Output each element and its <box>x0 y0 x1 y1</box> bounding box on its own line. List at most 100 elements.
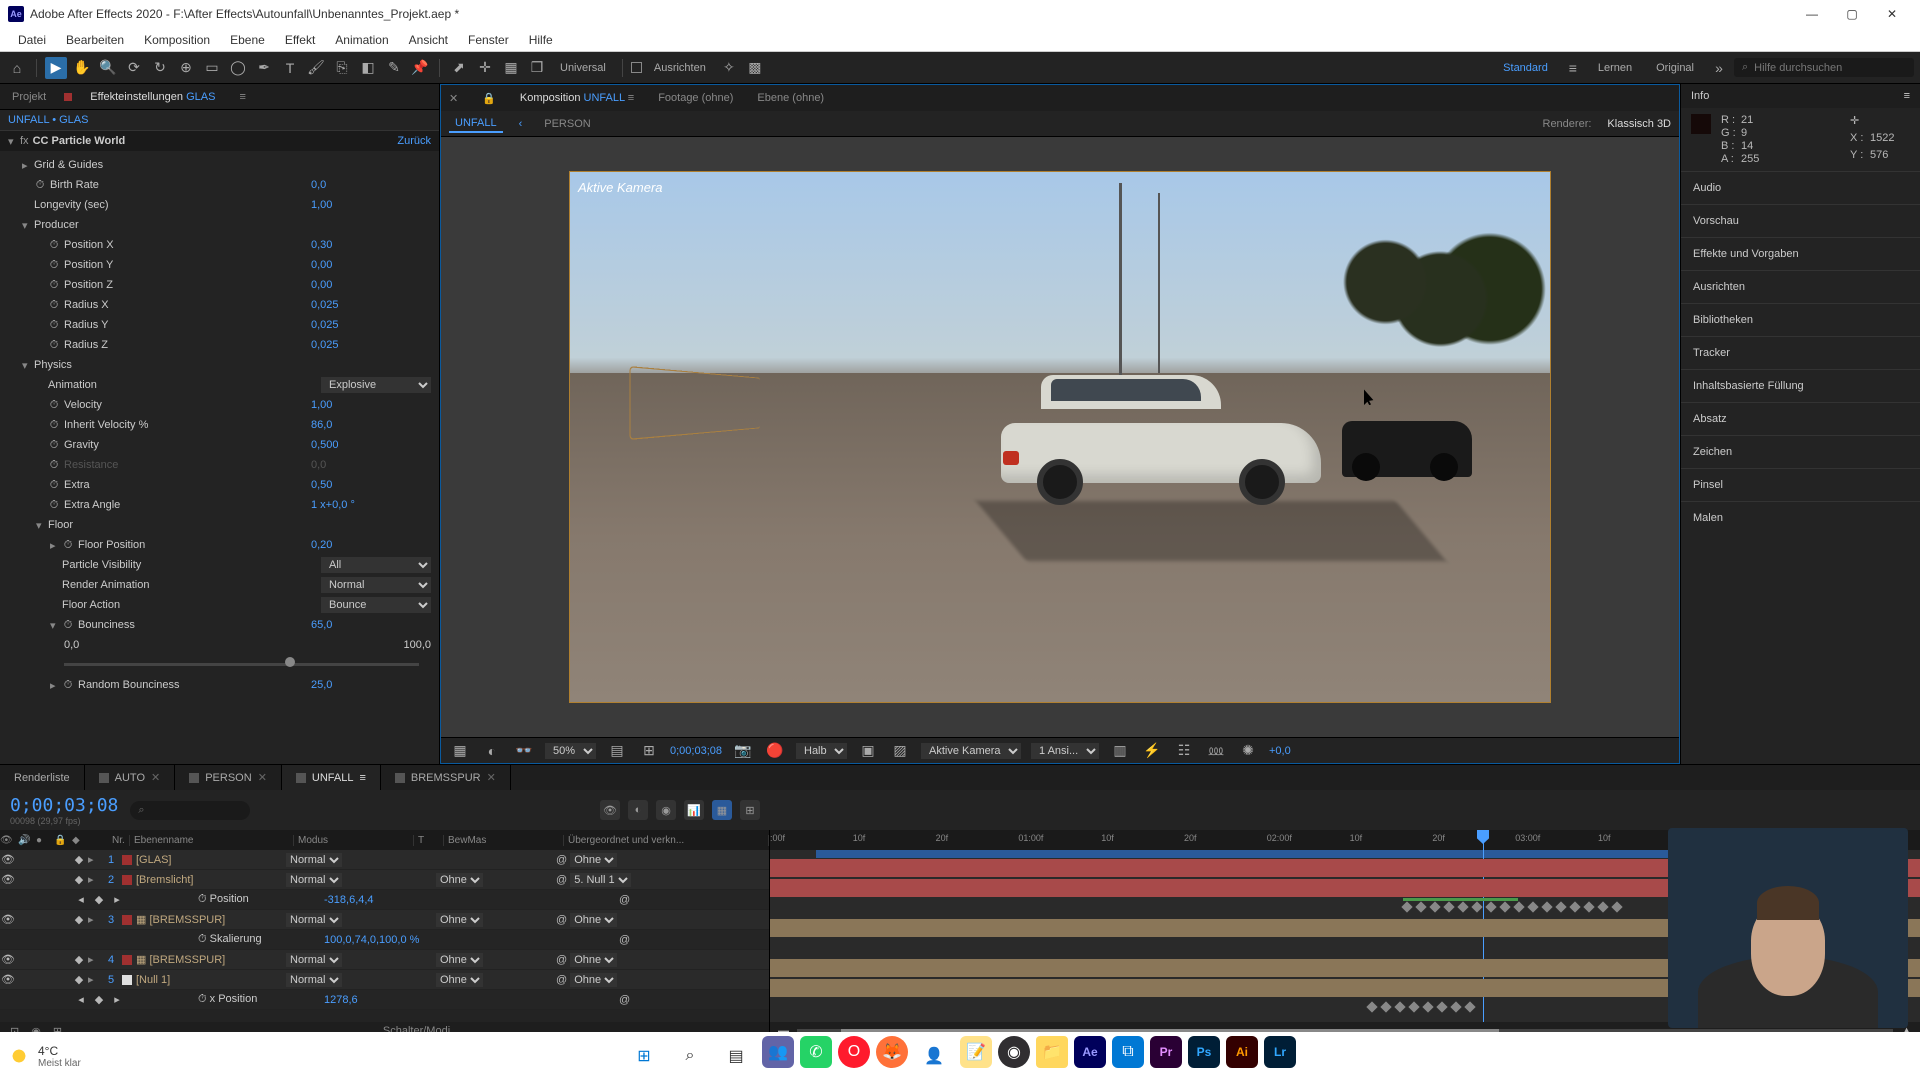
opera-icon[interactable]: O <box>838 1036 870 1068</box>
channel-icon[interactable]: 🔴 <box>764 740 786 762</box>
prop-row[interactable]: ⏱Velocity1,00 <box>0 395 439 415</box>
stopwatch-icon[interactable]: ⏱ <box>48 259 60 271</box>
resolution-select[interactable]: Halb <box>796 743 847 759</box>
views-select[interactable]: 1 Ansi... <box>1031 743 1099 759</box>
exposure-reset-icon[interactable]: ✺ <box>1237 740 1259 762</box>
fx-toggle-icon[interactable]: fx <box>20 135 29 147</box>
visibility-icon[interactable]: 👁 <box>0 973 16 987</box>
prop-row[interactable]: Longevity (sec)1,00 <box>0 195 439 215</box>
panel-pinsel[interactable]: Pinsel <box>1681 468 1920 501</box>
renderer-value[interactable]: Klassisch 3D <box>1607 118 1671 130</box>
prop-row[interactable]: ⏱Radius X0,025 <box>0 295 439 315</box>
panel-absatz[interactable]: Absatz <box>1681 402 1920 435</box>
prop-value[interactable]: 0,30 <box>311 239 431 251</box>
shy-icon[interactable]: 👁 <box>600 800 620 820</box>
workspace-lernen[interactable]: Lernen <box>1588 62 1642 74</box>
next-kf-icon[interactable]: ▸ <box>108 993 126 1006</box>
prop-select[interactable]: Explosive <box>321 377 431 393</box>
notepad-icon[interactable]: 📝 <box>960 1036 992 1068</box>
stopwatch-icon[interactable]: ⏱ <box>48 319 60 331</box>
prev-kf-icon[interactable]: ◂ <box>72 993 90 1006</box>
panel-menu-icon[interactable]: ≡ <box>1904 90 1910 102</box>
add-kf-icon[interactable]: ◆ <box>90 893 108 906</box>
zoom-select[interactable]: 50% <box>545 743 596 759</box>
illustrator-icon[interactable]: Ai <box>1226 1036 1258 1068</box>
prop-row[interactable]: AnimationExplosive <box>0 375 439 395</box>
stopwatch-icon[interactable]: ⏱ <box>48 279 60 291</box>
lightroom-icon[interactable]: Lr <box>1264 1036 1296 1068</box>
eraser-tool[interactable]: ◧ <box>357 57 379 79</box>
stopwatch-icon[interactable]: ⏱ <box>62 619 74 631</box>
pickwhip-icon[interactable]: @ <box>619 894 630 906</box>
prop-value[interactable]: 0,20 <box>311 539 431 551</box>
close-button[interactable]: ✕ <box>1872 0 1912 28</box>
menu-effekt[interactable]: Effekt <box>275 31 325 49</box>
roto-tool[interactable]: ✎ <box>383 57 405 79</box>
flowchart-icon[interactable]: ⅏ <box>1205 740 1227 762</box>
clone-tool[interactable]: ⎘ <box>331 57 353 79</box>
layer-row[interactable]: 👁◆▸4▦ [BREMSSPUR]NormalOhne@ Ohne <box>0 950 769 970</box>
add-kf-icon[interactable]: ◆ <box>90 993 108 1006</box>
ellipse-tool[interactable]: ◯ <box>227 57 249 79</box>
stopwatch-icon[interactable]: ⏱ <box>48 479 60 491</box>
menu-hilfe[interactable]: Hilfe <box>519 31 563 49</box>
workspace-menu-icon[interactable]: ≡ <box>1562 57 1584 79</box>
tl-tab-auto[interactable]: AUTO ✕ <box>85 765 176 790</box>
prop-row[interactable]: ▸⏱Floor Position0,20 <box>0 535 439 555</box>
prop-value[interactable]: 0,025 <box>311 339 431 351</box>
snap-options-icon[interactable]: ✧ <box>718 57 740 79</box>
property-row[interactable]: ◂◆▸⏱ Position-318,6,4,4@ <box>0 890 769 910</box>
view-axis-icon[interactable]: ▦ <box>500 57 522 79</box>
menu-ebene[interactable]: Ebene <box>220 31 275 49</box>
prop-value[interactable]: 25,0 <box>311 679 431 691</box>
pickwhip-icon[interactable]: @ <box>556 954 567 966</box>
prop-value[interactable]: 1 x+0,0 ° <box>311 499 431 511</box>
panel-inhaltsbasierte-füllung[interactable]: Inhaltsbasierte Füllung <box>1681 369 1920 402</box>
panel-tracker[interactable]: Tracker <box>1681 336 1920 369</box>
workspace-original[interactable]: Original <box>1646 62 1704 74</box>
weather-widget[interactable]: 4°C Meist klar <box>8 1044 81 1069</box>
stopwatch-icon[interactable]: ⏱ <box>48 339 60 351</box>
panel-zeichen[interactable]: Zeichen <box>1681 435 1920 468</box>
vscode-icon[interactable]: ⧉ <box>1112 1036 1144 1068</box>
alpha-icon[interactable]: ▦ <box>449 740 471 762</box>
tl-tab-person[interactable]: PERSON ✕ <box>175 765 282 790</box>
frame-blend-icon[interactable]: ◐ <box>628 800 648 820</box>
whatsapp-icon[interactable]: ✆ <box>800 1036 832 1068</box>
workspace-more-icon[interactable]: » <box>1708 57 1730 79</box>
property-value[interactable]: -318,6,4,4 <box>324 894 374 906</box>
explorer-icon[interactable]: 📁 <box>1036 1036 1068 1068</box>
snap-grid-icon[interactable]: ▩ <box>744 57 766 79</box>
layer-row[interactable]: 👁◆▸3▦ [BREMSSPUR]NormalOhne@ Ohne <box>0 910 769 930</box>
menu-animation[interactable]: Animation <box>325 31 398 49</box>
obs-icon[interactable]: ◉ <box>998 1036 1030 1068</box>
fast-preview-icon[interactable]: ⚡ <box>1141 740 1163 762</box>
visibility-icon[interactable]: 👁 <box>0 853 16 867</box>
flow-unfall[interactable]: UNFALL <box>449 115 503 133</box>
visibility-icon[interactable]: 👁 <box>0 873 16 887</box>
next-kf-icon[interactable]: ▸ <box>108 893 126 906</box>
hand-tool[interactable]: ✋ <box>71 57 93 79</box>
prop-value[interactable]: 0,00 <box>311 279 431 291</box>
prop-row[interactable]: ⏱Resistance0,0 <box>0 455 439 475</box>
prop-select[interactable]: Bounce <box>321 597 431 613</box>
tl-tab-bremsspur[interactable]: BREMSSPUR ✕ <box>381 765 511 790</box>
timeline-search[interactable]: ⌕ <box>130 801 250 820</box>
photoshop-icon[interactable]: Ps <box>1188 1036 1220 1068</box>
camera-select[interactable]: Aktive Kamera <box>921 743 1021 759</box>
3d-view-icon[interactable]: 👓 <box>513 740 535 762</box>
zoom-tool[interactable]: 🔍 <box>97 57 119 79</box>
panel-malen[interactable]: Malen <box>1681 501 1920 534</box>
comp-close-icon[interactable]: ✕ <box>449 92 458 105</box>
panel-audio[interactable]: Audio <box>1681 171 1920 204</box>
stopwatch-icon[interactable]: ⏱ <box>48 499 60 511</box>
prop-row[interactable]: ▾⏱Bounciness65,0 <box>0 615 439 635</box>
prop-row[interactable]: ⏱Extra Angle1 x+0,0 ° <box>0 495 439 515</box>
property-row[interactable]: ⏱ Skalierung100,0,74,0,100,0 %@ <box>0 930 769 950</box>
world-axis-icon[interactable]: ✛ <box>474 57 496 79</box>
pickwhip-icon[interactable]: @ <box>556 854 567 866</box>
prop-value[interactable]: 0,025 <box>311 319 431 331</box>
3d-icon[interactable]: ❒ <box>526 57 548 79</box>
layer-row[interactable]: 👁◆▸1[GLAS]Normal@ Ohne <box>0 850 769 870</box>
brush-tool[interactable]: 🖌 <box>305 57 327 79</box>
